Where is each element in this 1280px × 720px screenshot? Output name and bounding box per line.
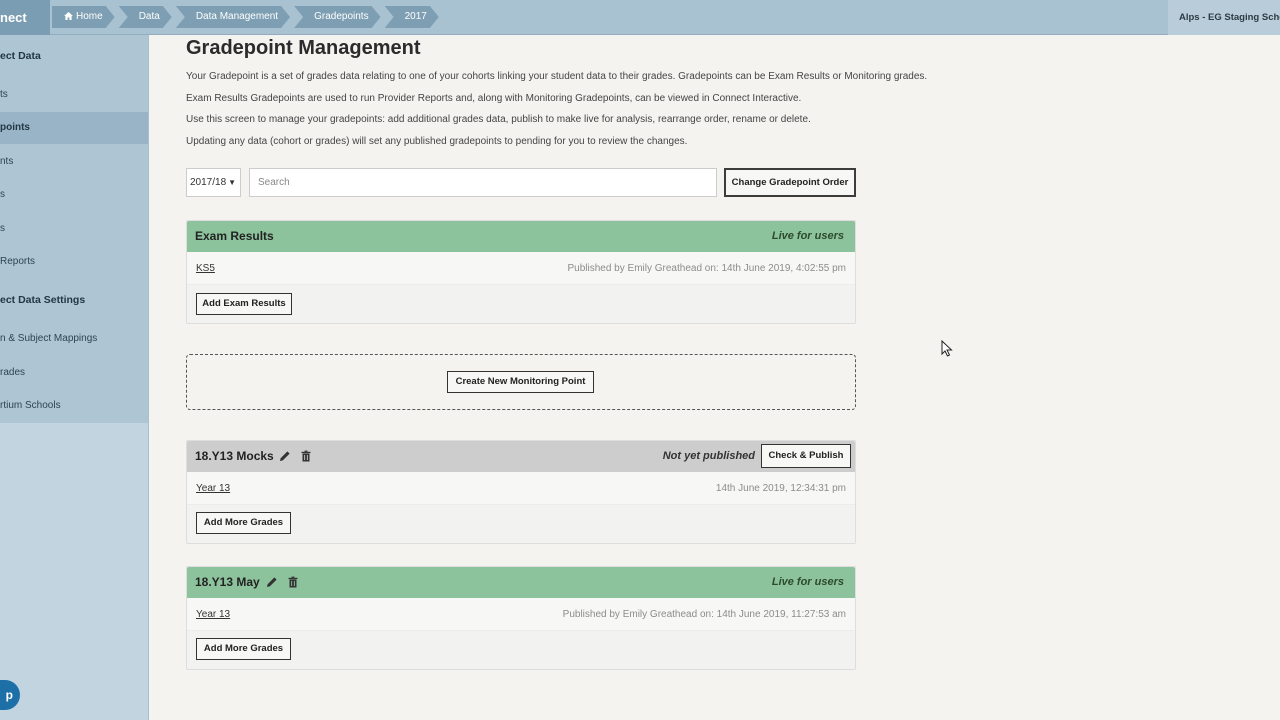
status-badge: Live for users xyxy=(771,576,844,588)
pencil-icon[interactable] xyxy=(266,576,278,588)
sidebar-item[interactable]: nts xyxy=(0,156,148,170)
sidebar-heading-settings: ect Data Settings xyxy=(0,294,86,306)
gradepoint-card-mocks: 18.Y13 Mocks Not yet published Check & P… xyxy=(186,440,856,544)
check-publish-button[interactable]: Check & Publish xyxy=(761,444,851,468)
caret-down-icon: ▼ xyxy=(228,178,236,187)
timestamp: 14th June 2019, 12:34:31 pm xyxy=(715,483,846,494)
add-exam-results-button[interactable]: Add Exam Results xyxy=(196,293,292,315)
intro-paragraph: Use this screen to manage your gradepoin… xyxy=(186,114,811,125)
breadcrumb-gradepoints[interactable]: Gradepoints xyxy=(294,6,380,28)
trash-icon[interactable] xyxy=(287,576,299,588)
cohort-link[interactable]: KS5 xyxy=(196,263,215,274)
card-header: Exam Results Live for users xyxy=(187,221,855,252)
cohort-row: Year 13 Published by Emily Greathead on:… xyxy=(187,598,855,631)
status-badge: Live for users xyxy=(771,230,844,242)
page-title: Gradepoint Management xyxy=(186,37,421,59)
change-gradepoint-order-button[interactable]: Change Gradepoint Order xyxy=(724,168,856,197)
pencil-icon[interactable] xyxy=(279,450,291,462)
breadcrumb: Home Data Data Management Gradepoints 20… xyxy=(52,6,443,28)
card-header: 18.Y13 Mocks Not yet published Check & P… xyxy=(187,441,855,472)
card-title: Exam Results xyxy=(195,229,274,243)
cohort-row: KS5 Published by Emily Greathead on: 14t… xyxy=(187,252,855,285)
sidebar-item-grades[interactable]: rades xyxy=(0,367,148,381)
sidebar-item-subject-mappings[interactable]: n & Subject Mappings xyxy=(0,333,148,347)
breadcrumb-data[interactable]: Data xyxy=(119,6,172,28)
home-icon xyxy=(64,12,73,20)
search-input[interactable] xyxy=(249,168,717,197)
top-bar: nect Home Data Data Management Gradepoin… xyxy=(0,0,1280,35)
app-logo[interactable]: nect xyxy=(0,0,50,35)
trash-icon[interactable] xyxy=(300,450,312,462)
card-title: 18.Y13 May xyxy=(195,575,260,589)
publish-info: Published by Emily Greathead on: 14th Ju… xyxy=(562,609,846,620)
year-select[interactable]: 2017/18 ▼ xyxy=(186,168,241,197)
breadcrumb-home[interactable]: Home xyxy=(52,6,115,28)
year-select-value: 2017/18 xyxy=(190,177,227,188)
sidebar-heading-data: ect Data xyxy=(0,50,41,62)
create-monitoring-point-button[interactable]: Create New Monitoring Point xyxy=(447,371,594,393)
create-monitoring-point-area: Create New Monitoring Point xyxy=(186,354,856,410)
cohort-link[interactable]: Year 13 xyxy=(196,609,230,620)
breadcrumb-label: Home xyxy=(76,11,103,22)
card-header: 18.Y13 May Live for users xyxy=(187,567,855,598)
intro-paragraph: Updating any data (cohort or grades) wil… xyxy=(186,136,688,147)
card-title: 18.Y13 Mocks xyxy=(195,449,274,463)
intro-paragraph: Exam Results Gradepoints are used to run… xyxy=(186,93,802,104)
sidebar-item-gradepoints[interactable]: points xyxy=(0,112,148,144)
cohort-link[interactable]: Year 13 xyxy=(196,483,230,494)
mouse-cursor-icon xyxy=(941,340,953,357)
sidebar-item[interactable]: s xyxy=(0,223,148,237)
gradepoint-card-may: 18.Y13 May Live for users Year 13 Publis… xyxy=(186,566,856,670)
sidebar: ect Data ts points nts s s Reports ect D… xyxy=(0,35,149,720)
add-more-grades-button[interactable]: Add More Grades xyxy=(196,638,291,660)
sidebar-item[interactable]: ts xyxy=(0,89,148,103)
sidebar-item-reports[interactable]: Reports xyxy=(0,256,148,270)
intro-paragraph: Your Gradepoint is a set of grades data … xyxy=(186,71,928,82)
breadcrumb-data-management[interactable]: Data Management xyxy=(176,6,290,28)
breadcrumb-year[interactable]: 2017 xyxy=(385,6,439,28)
sidebar-item[interactable]: s xyxy=(0,189,148,203)
cohort-row: Year 13 14th June 2019, 12:34:31 pm xyxy=(187,472,855,505)
publish-info: Published by Emily Greathead on: 14th Ju… xyxy=(567,263,846,274)
status-badge: Not yet published xyxy=(662,450,755,462)
sidebar-item-consortium-schools[interactable]: rtium Schools xyxy=(0,400,148,414)
help-button[interactable]: p xyxy=(0,680,20,710)
add-more-grades-button[interactable]: Add More Grades xyxy=(196,512,291,534)
gradepoint-card-exam-results: Exam Results Live for users KS5 Publishe… xyxy=(186,220,856,324)
school-selector[interactable]: Alps - EG Staging School xyxy=(1168,0,1280,35)
